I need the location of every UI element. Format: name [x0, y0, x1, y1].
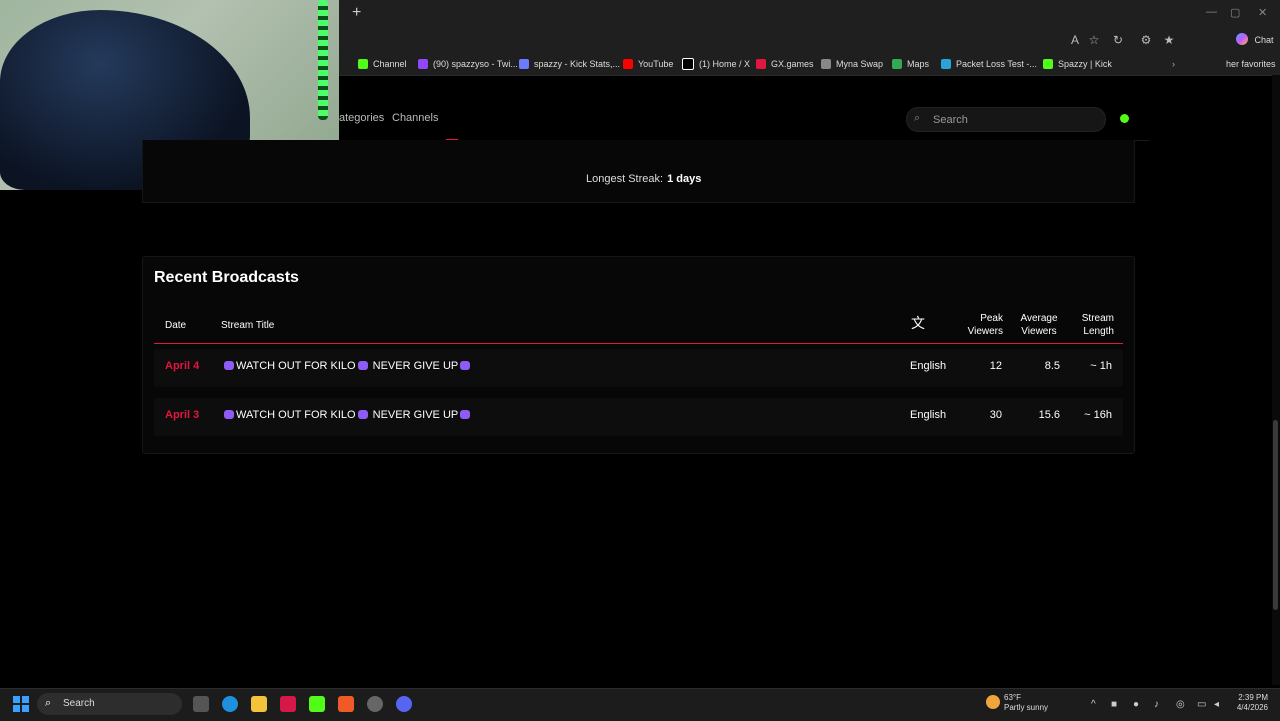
emote-icon [224, 410, 234, 419]
bookmark-twitch[interactable]: (90) spazzyso - Twi... [418, 56, 518, 72]
broadcast-language: English [910, 409, 947, 421]
broadcast-title[interactable]: WATCH OUT FOR KILO NEVER GIVE UP [222, 409, 472, 421]
table-row[interactable]: April 4 WATCH OUT FOR KILO NEVER GIVE UP… [154, 349, 1123, 387]
header-peak-viewers[interactable]: Peak Viewers [957, 312, 1003, 338]
close-icon[interactable]: ✕ [1258, 6, 1267, 19]
settings-icon[interactable] [367, 696, 383, 712]
broadcast-date[interactable]: April 4 [165, 360, 199, 372]
site-search[interactable]: ⌕ [906, 107, 1106, 132]
chat-button[interactable]: Chat [1252, 33, 1276, 47]
refresh-icon[interactable]: ↻ [1111, 33, 1125, 47]
gx-icon [756, 59, 766, 69]
broadcast-date[interactable]: April 3 [165, 409, 199, 421]
search-input[interactable] [931, 111, 1085, 129]
display-icon[interactable]: ▭ [1197, 699, 1206, 710]
emote-icon [460, 361, 471, 370]
taskbar-search[interactable]: ⌕ Search [37, 693, 182, 715]
kickstats-icon [519, 59, 529, 69]
discord-icon[interactable] [396, 696, 412, 712]
broadcast-average-viewers: 8.5 [1044, 360, 1060, 372]
network-icon[interactable]: ◎ [1176, 699, 1185, 710]
youtube-icon [623, 59, 633, 69]
x-icon [682, 58, 694, 70]
tray-edge-icon[interactable]: ● [1133, 699, 1139, 710]
task-view-icon[interactable] [193, 696, 209, 712]
broadcast-average-viewers: 15.6 [1038, 409, 1060, 421]
file-explorer-icon[interactable] [251, 696, 267, 712]
search-icon: ⌕ [45, 697, 52, 709]
extensions-icon[interactable]: ⚙ [1139, 33, 1153, 47]
windows-start-icon[interactable] [13, 696, 29, 712]
edge-icon[interactable] [222, 696, 238, 712]
myna-icon [821, 59, 831, 69]
windows-taskbar [0, 688, 1280, 721]
table-row[interactable]: April 3 WATCH OUT FOR KILO NEVER GIVE UP… [154, 398, 1123, 436]
broadcast-peak-viewers: 30 [989, 409, 1002, 421]
bookmarks-overflow-chevron-icon[interactable]: › [1172, 56, 1175, 72]
bookmark-channel[interactable]: Channel [358, 56, 407, 72]
nav-channels[interactable]: Channels [392, 112, 438, 124]
kick-icon [358, 59, 368, 69]
bookmark-packet-loss[interactable]: Packet Loss Test -... [941, 56, 1037, 72]
app-a-icon[interactable] [280, 696, 296, 712]
search-icon: ⌕ [914, 112, 921, 124]
taskbar-clock[interactable]: 2:39 PM 4/4/2026 [1228, 693, 1268, 713]
volume-icon[interactable]: ◂ [1214, 699, 1219, 710]
bookmark-spazzy-kick[interactable]: Spazzy | Kick [1043, 56, 1112, 72]
online-status-dot [1120, 114, 1129, 123]
packet-icon [941, 59, 951, 69]
emote-icon [357, 410, 368, 419]
read-aloud-icon[interactable]: A [1068, 33, 1082, 47]
recent-broadcasts-card: Recent Broadcasts Date Stream Title 文 Pe… [142, 256, 1135, 454]
header-average-viewers[interactable]: Average Viewers [1016, 312, 1062, 338]
broadcast-title[interactable]: WATCH OUT FOR KILO NEVER GIVE UP [222, 360, 472, 372]
minimize-icon[interactable]: — [1206, 6, 1217, 18]
weather-icon[interactable] [986, 695, 1000, 709]
kick-icon[interactable] [309, 696, 325, 712]
bookmark-youtube[interactable]: YouTube [623, 56, 673, 72]
header-stream-length[interactable]: Stream Length [1070, 312, 1114, 338]
header-date[interactable]: Date [165, 319, 186, 332]
twitch-icon [418, 59, 428, 69]
weather-widget[interactable]: 63°F Partly sunny [1004, 693, 1048, 713]
broadcast-language: English [910, 360, 947, 372]
favorite-star-icon[interactable]: ☆ [1087, 33, 1101, 47]
streak-card [142, 140, 1135, 203]
translate-icon[interactable]: 文 [911, 316, 925, 330]
tray-chevron-up-icon[interactable]: ^ [1091, 699, 1096, 710]
maximize-icon[interactable]: ▢ [1230, 6, 1240, 19]
maps-icon [892, 59, 902, 69]
table-header: Date Stream Title 文 Peak Viewers Average V… [154, 307, 1123, 344]
emote-icon [460, 410, 471, 419]
new-tab-button[interactable]: + [352, 4, 361, 22]
scrollbar-thumb[interactable] [1273, 420, 1278, 610]
broadcast-length: ~ 16h [1084, 409, 1112, 421]
microphone-icon[interactable]: ♪ [1154, 699, 1159, 710]
favorites-icon[interactable]: ★ [1162, 33, 1176, 47]
tray-app-icon[interactable]: ■ [1111, 699, 1117, 710]
bookmark-gx-games[interactable]: GX.games [756, 56, 814, 72]
copilot-icon[interactable] [1236, 33, 1248, 45]
kick-icon [1043, 59, 1053, 69]
bookmark-kick-stats[interactable]: spazzy - Kick Stats,... [519, 56, 620, 72]
brave-icon[interactable] [338, 696, 354, 712]
bookmark-myna-swap[interactable]: Myna Swap [821, 56, 883, 72]
section-title: Recent Broadcasts [154, 269, 299, 286]
broadcast-peak-viewers: 12 [989, 360, 1002, 372]
other-favorites[interactable]: her favorites [1226, 56, 1276, 72]
longest-streak: Longest Streak: 1 days [586, 173, 702, 185]
emote-icon [224, 361, 234, 370]
broadcast-length: ~ 1h [1090, 360, 1112, 372]
bookmark-maps[interactable]: Maps [892, 56, 929, 72]
emote-icon [357, 361, 368, 370]
bookmark-x[interactable]: (1) Home / X [682, 56, 750, 72]
header-stream-title[interactable]: Stream Title [221, 319, 274, 332]
nav-categories[interactable]: ategories [339, 112, 384, 124]
